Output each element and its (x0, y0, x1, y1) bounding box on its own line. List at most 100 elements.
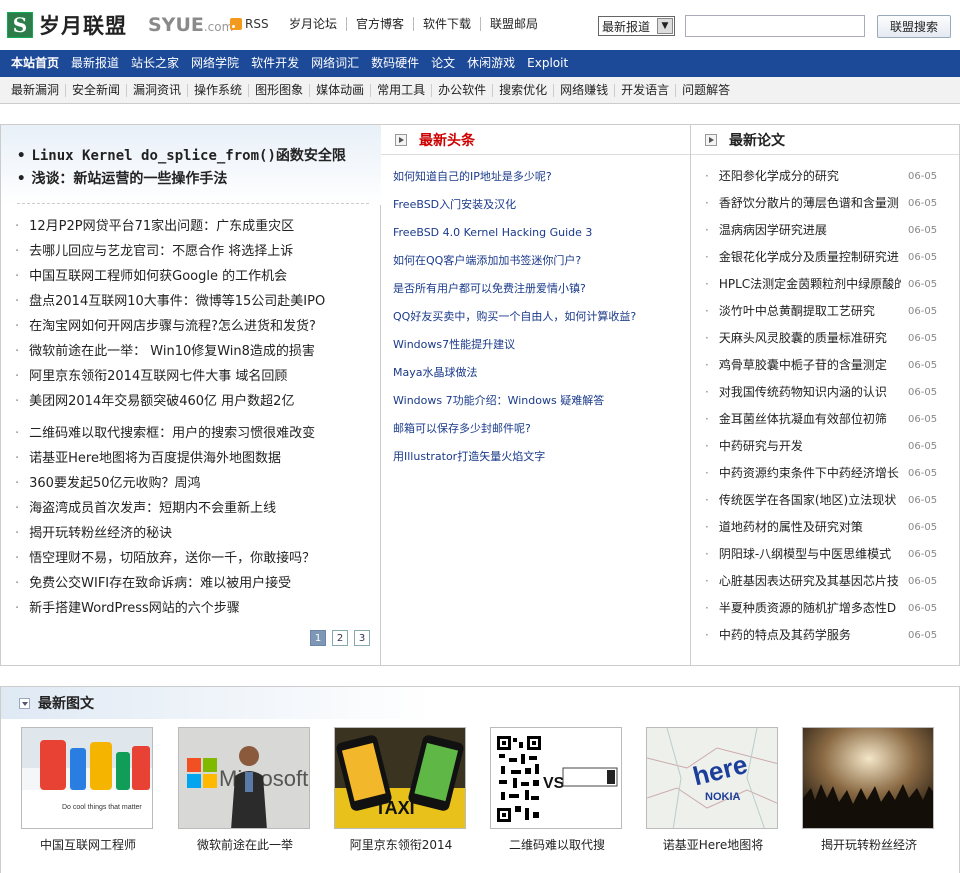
nav-item-home[interactable]: 本站首页 (5, 50, 65, 77)
paper-title[interactable]: 温病病因学研究进展 (705, 217, 901, 244)
top-link-forum[interactable]: 岁月论坛 (280, 17, 346, 31)
picture-caption[interactable]: 微软前途在此一举 (178, 836, 312, 853)
paper-title[interactable]: 天麻头风灵胶囊的质量标准研究 (705, 325, 901, 352)
list-item[interactable]: 12月P2P网贷平台71家出问题：广东成重灾区 (15, 214, 375, 239)
paper-title[interactable]: 香舒饮分散片的薄层色谱和含量测 (705, 190, 901, 217)
top-link-blog[interactable]: 官方博客 (346, 17, 413, 31)
subnav-item[interactable]: 常用工具 (370, 83, 431, 97)
qrcode-vs-searchbox[interactable]: VS (490, 727, 622, 829)
paper-title[interactable]: 半夏种质资源的随机扩增多态性D (705, 595, 901, 622)
list-item[interactable]: 二维码难以取代搜索框：用户的搜索习惯很难改变 (15, 421, 375, 446)
picture-caption[interactable]: 中国互联网工程师 (21, 836, 155, 853)
paper-title[interactable]: 对我国传统药物知识内涵的认识 (705, 379, 901, 406)
list-item[interactable]: 心脏基因表达研究及其基因芯片技 06-05 (705, 568, 955, 595)
list-item[interactable]: 揭开玩转粉丝经济的秘诀 (15, 521, 375, 546)
list-item[interactable]: 海盗湾成员首次发声：短期内不会重新上线 (15, 496, 375, 521)
list-item[interactable]: 鸡骨草胶囊中栀子苷的含量测定 06-05 (705, 352, 955, 379)
nav-item-hardware[interactable]: 数码硬件 (365, 50, 425, 77)
nav-item-webmaster[interactable]: 站长之家 (125, 50, 185, 77)
picture-caption[interactable]: 阿里京东领衔2014 (334, 836, 468, 853)
list-item[interactable]: 美团网2014年交易额突破460亿 用户数超2亿 (15, 389, 375, 414)
paper-title[interactable]: 中药资源约束条件下中药经济增长 (705, 460, 901, 487)
picture-card[interactable]: 揭开玩转粉丝经济 (802, 727, 936, 853)
list-item[interactable]: 悟空理财不易，切陌放弃，送你一千，你敢接吗？ (15, 546, 375, 571)
page-button-3[interactable]: 3 (354, 630, 370, 646)
subnav-item[interactable]: 网络赚钱 (553, 83, 614, 97)
paper-title[interactable]: 金银花化学成分及质量控制研究进 (705, 244, 901, 271)
concert-crowd-photo[interactable] (802, 727, 934, 829)
nav-item-exploit[interactable]: Exploit (521, 50, 574, 77)
list-item[interactable]: 盘点2014互联网10大事件：微博等15公司赴美IPO (15, 289, 375, 314)
rss-link[interactable]: RSS (230, 17, 269, 31)
list-item[interactable]: Maya水晶球做法 (393, 359, 685, 387)
paper-title[interactable]: 阴阳球-八纲模型与中医思维模式 (705, 541, 901, 568)
list-item[interactable]: 在淘宝网如何开网店步骤与流程?怎么进货和发货? (15, 314, 375, 339)
subnav-item[interactable]: 媒体动画 (309, 83, 370, 97)
list-item[interactable]: 温病病因学研究进展 06-05 (705, 217, 955, 244)
top-link-download[interactable]: 软件下载 (413, 17, 480, 31)
microsoft-keynote-photo[interactable]: Microsoft (178, 727, 310, 829)
nokia-here-map[interactable]: here NOKIA (646, 727, 778, 829)
nav-item-papers[interactable]: 论文 (425, 50, 461, 77)
paper-title[interactable]: 鸡骨草胶囊中栀子苷的含量测定 (705, 352, 901, 379)
list-item[interactable]: 传统医学在各国家(地区)立法现状 06-05 (705, 487, 955, 514)
nav-item-news[interactable]: 最新报道 (65, 50, 125, 77)
list-item[interactable]: HPLC法测定金茵颗粒剂中绿原酸的 06-05 (705, 271, 955, 298)
list-item[interactable]: FreeBSD 4.0 Kernel Hacking Guide 3 (393, 219, 685, 247)
picture-card[interactable]: here NOKIA 诺基亚Here地图将 (646, 727, 780, 853)
list-item[interactable]: 中药的特点及其药学服务 06-05 (705, 622, 955, 649)
google-logo-photo[interactable]: Do cool things that matter (21, 727, 153, 829)
paper-title[interactable]: 中药的特点及其药学服务 (705, 622, 901, 649)
list-item[interactable]: 如何知道自己的IP地址是多少呢? (393, 163, 685, 191)
picture-card[interactable]: Do cool things that matter 中国互联网工程师 (21, 727, 155, 853)
list-item[interactable]: 阴阳球-八纲模型与中医思维模式 06-05 (705, 541, 955, 568)
paper-title[interactable]: 道地药材的属性及研究对策 (705, 514, 901, 541)
nav-item-glossary[interactable]: 网络词汇 (305, 50, 365, 77)
paper-title[interactable]: 淡竹叶中总黄酮提取工艺研究 (705, 298, 901, 325)
page-button-1[interactable]: 1 (310, 630, 326, 646)
subnav-item[interactable]: 搜索优化 (492, 83, 553, 97)
list-item[interactable]: QQ好友买卖中，购买一个自由人，如何计算收益? (393, 303, 685, 331)
list-item[interactable]: 中国互联网工程师如何获Google 的工作机会 (15, 264, 375, 289)
list-item[interactable]: 微软前途在此一举： Win10修复Win8造成的损害 (15, 339, 375, 364)
nav-item-software-dev[interactable]: 软件开发 (245, 50, 305, 77)
list-item[interactable]: 道地药材的属性及研究对策 06-05 (705, 514, 955, 541)
subnav-item[interactable]: 漏洞资讯 (126, 83, 187, 97)
subnav-item[interactable]: 最新漏洞 (5, 83, 65, 97)
picture-caption[interactable]: 揭开玩转粉丝经济 (802, 836, 936, 853)
list-item[interactable]: 去哪儿回应与艺龙官司：不愿合作 将选择上诉 (15, 239, 375, 264)
list-item[interactable]: 是否所有用户都可以免费注册爱情小镇? (393, 275, 685, 303)
list-item[interactable]: 用Illustrator打造矢量火焰文字 (393, 443, 685, 471)
list-item[interactable]: 中药资源约束条件下中药经济增长 06-05 (705, 460, 955, 487)
search-category-select[interactable]: 最新报道 ▼ (598, 16, 675, 36)
list-item[interactable]: 邮箱可以保存多少封邮件呢? (393, 415, 685, 443)
headline-1[interactable]: Linux Kernel do_splice_from()函数安全限 (17, 145, 377, 165)
nav-item-academy[interactable]: 网络学院 (185, 50, 245, 77)
subnav-item[interactable]: 安全新闻 (65, 83, 126, 97)
list-item[interactable]: 还阳参化学成分的研究 06-05 (705, 163, 955, 190)
picture-card[interactable]: TAXI 阿里京东领衔2014 (334, 727, 468, 853)
list-item[interactable]: 新手搭建WordPress网站的六个步骤 (15, 596, 375, 621)
list-item[interactable]: 免费公交WIFI存在致命诉病：难以被用户接受 (15, 571, 375, 596)
picture-caption[interactable]: 诺基亚Here地图将 (646, 836, 780, 853)
list-item[interactable]: 金耳菌丝体抗凝血有效部位初筛 06-05 (705, 406, 955, 433)
list-item[interactable]: Windows7性能提升建议 (393, 331, 685, 359)
subnav-item[interactable]: 操作系统 (187, 83, 248, 97)
list-item[interactable]: 如何在QQ客户端添加加书签迷你门户? (393, 247, 685, 275)
subnav-item[interactable]: 问题解答 (675, 83, 736, 97)
list-item[interactable]: 诺基亚Here地图将为百度提供海外地图数据 (15, 446, 375, 471)
paper-title[interactable]: 传统医学在各国家(地区)立法现状 (705, 487, 901, 514)
picture-caption[interactable]: 二维码难以取代搜 (490, 836, 624, 853)
taxi-app-phones-photo[interactable]: TAXI (334, 727, 466, 829)
list-item[interactable]: 对我国传统药物知识内涵的认识 06-05 (705, 379, 955, 406)
list-item[interactable]: 香舒饮分散片的薄层色谱和含量测 06-05 (705, 190, 955, 217)
subnav-item[interactable]: 图形图象 (248, 83, 309, 97)
paper-title[interactable]: 还阳参化学成分的研究 (705, 163, 901, 190)
page-button-2[interactable]: 2 (332, 630, 348, 646)
subnav-item[interactable]: 开发语言 (614, 83, 675, 97)
list-item[interactable]: 阿里京东领衔2014互联网七件大事 域名回顾 (15, 364, 375, 389)
search-input[interactable] (685, 15, 865, 37)
nav-item-games[interactable]: 休闲游戏 (461, 50, 521, 77)
paper-title[interactable]: 心脏基因表达研究及其基因芯片技 (705, 568, 901, 595)
list-item[interactable]: 半夏种质资源的随机扩增多态性D 06-05 (705, 595, 955, 622)
